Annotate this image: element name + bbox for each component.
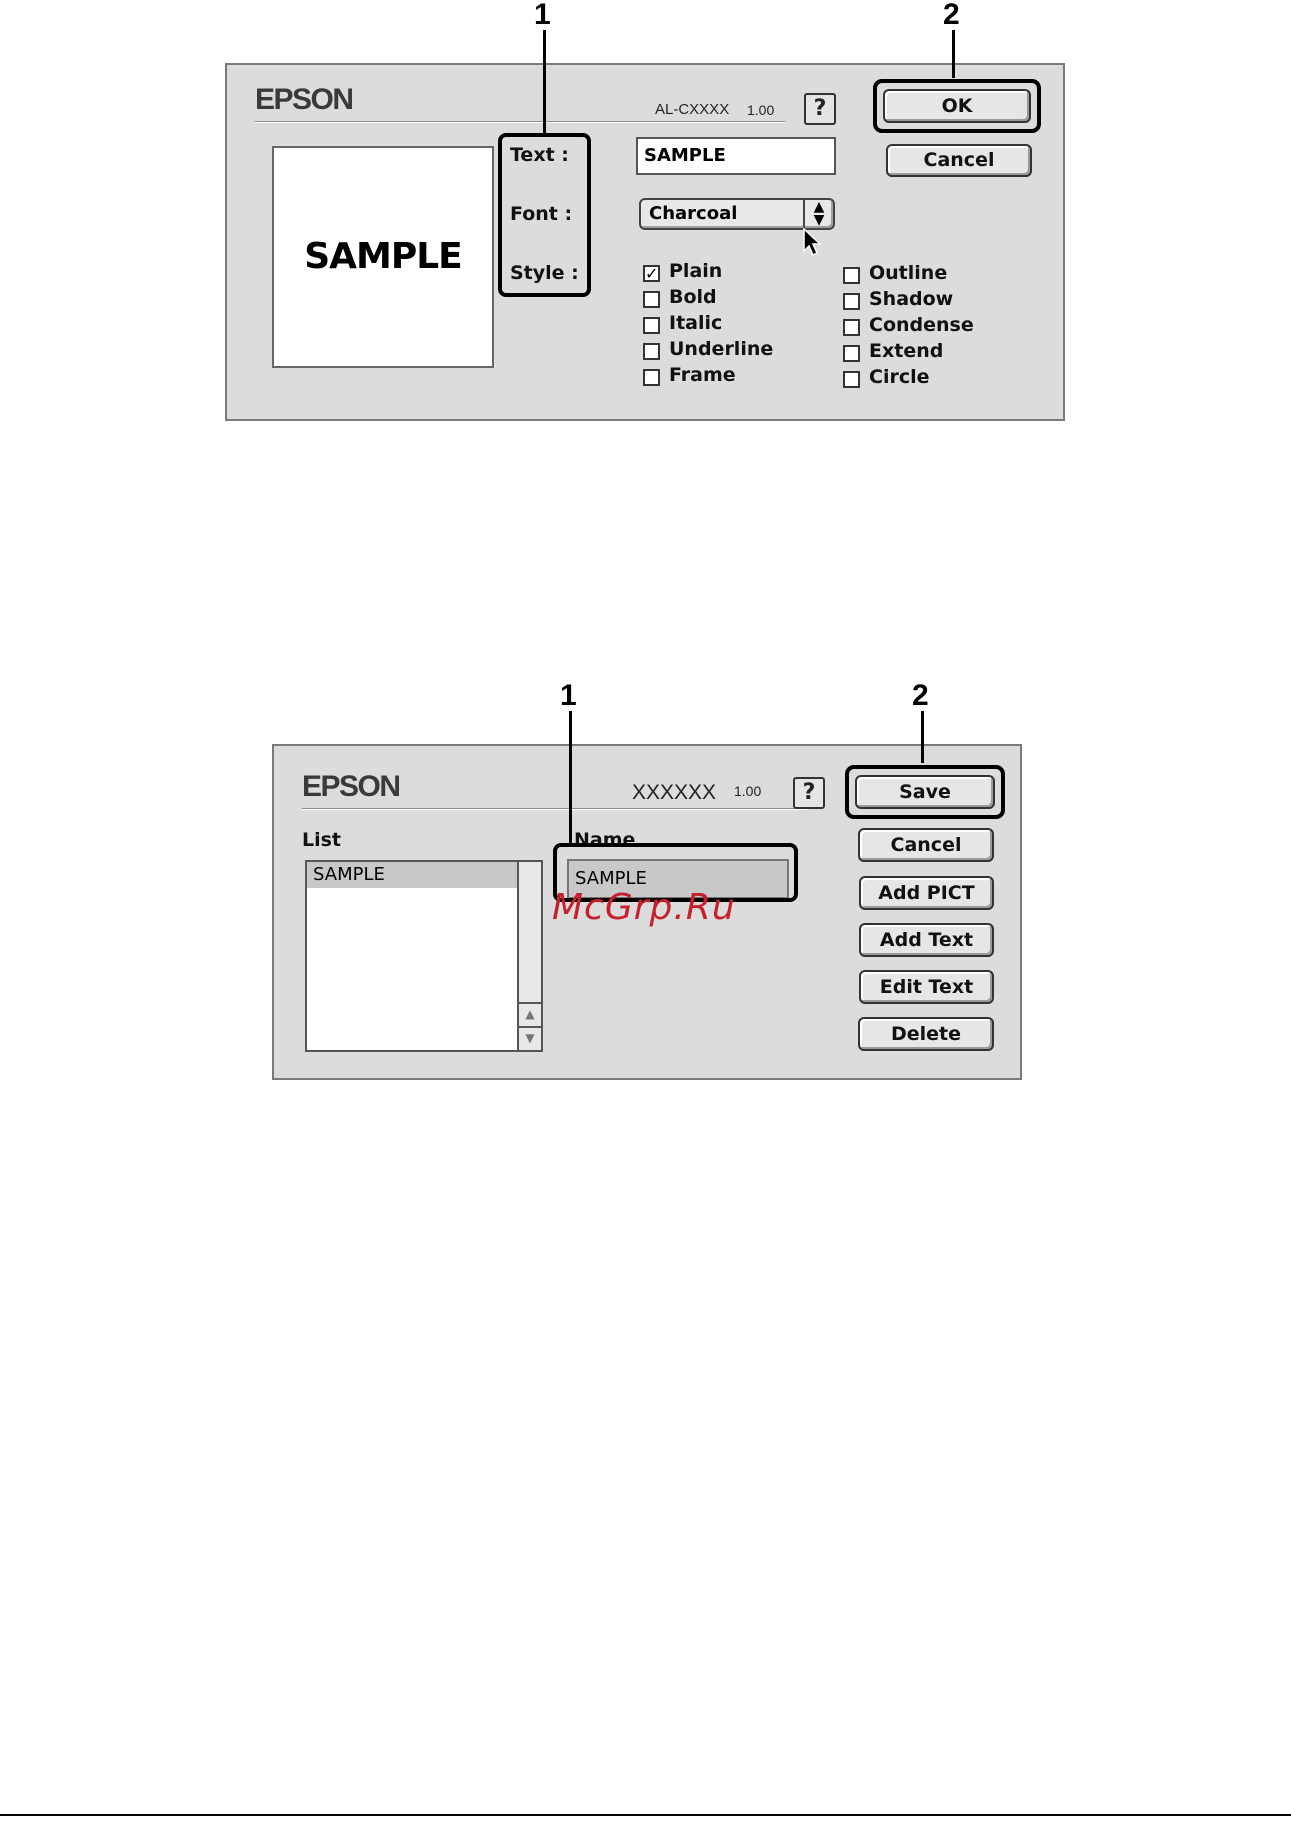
- add-text-button[interactable]: Add Text: [859, 923, 994, 957]
- watermark-list[interactable]: SAMPLE ▲ ▼: [305, 860, 543, 1052]
- extend-label: Extend: [869, 340, 944, 362]
- frame-label: Frame: [669, 364, 736, 386]
- help-button[interactable]: ?: [804, 93, 836, 125]
- delete-button[interactable]: Delete: [858, 1017, 994, 1051]
- bold-label: Bold: [669, 286, 717, 308]
- callout-1: 1: [560, 679, 577, 712]
- callout-2: 2: [943, 0, 960, 31]
- font-select[interactable]: Charcoal ▲ ▼: [639, 198, 835, 230]
- scroll-down-icon[interactable]: ▼: [519, 1026, 541, 1050]
- condense-label: Condense: [869, 314, 974, 336]
- callout-1-line: [543, 30, 546, 134]
- driver-version: 1.00: [747, 102, 775, 118]
- watermark-settings-dialog: EPSON AL-CXXXX 1.00 ? SAMPLE Text : Font…: [225, 63, 1065, 421]
- epson-logo: EPSON: [302, 770, 401, 803]
- printer-model: XXXXXX: [632, 781, 717, 804]
- callout-1: 1: [534, 0, 551, 31]
- bold-checkbox[interactable]: [643, 291, 660, 308]
- underline-checkbox[interactable]: [643, 343, 660, 360]
- preview-box: SAMPLE: [272, 146, 494, 368]
- italic-label: Italic: [669, 312, 723, 334]
- callout-2: 2: [912, 679, 929, 712]
- condense-checkbox[interactable]: [843, 319, 860, 336]
- extend-checkbox[interactable]: [843, 345, 860, 362]
- page-footer-rule: [0, 1814, 1291, 1816]
- font-select-value: Charcoal: [649, 203, 738, 224]
- list-item[interactable]: SAMPLE: [307, 862, 517, 888]
- outline-checkbox[interactable]: [843, 267, 860, 284]
- circle-checkbox[interactable]: [843, 371, 860, 388]
- printer-model: AL-CXXXX: [655, 101, 730, 118]
- add-pict-button[interactable]: Add PICT: [859, 876, 994, 910]
- header-divider: [302, 808, 808, 810]
- outline-label: Outline: [869, 262, 948, 284]
- scroll-up-icon[interactable]: ▲: [519, 1002, 541, 1026]
- watermark-text: McGrp.Ru: [552, 887, 736, 928]
- italic-checkbox[interactable]: [643, 317, 660, 334]
- text-input[interactable]: SAMPLE: [636, 137, 836, 175]
- labels-highlight-box: [498, 133, 591, 297]
- circle-label: Circle: [869, 366, 930, 388]
- cancel-button[interactable]: Cancel: [886, 144, 1032, 177]
- header-divider: [255, 121, 785, 123]
- mouse-pointer-icon: [803, 227, 822, 257]
- epson-logo: EPSON: [255, 83, 354, 116]
- shadow-label: Shadow: [869, 288, 954, 310]
- underline-label: Underline: [669, 338, 774, 360]
- list-label: List: [302, 829, 342, 851]
- help-button[interactable]: ?: [793, 777, 825, 809]
- save-button[interactable]: Save: [855, 775, 995, 809]
- preview-text: SAMPLE: [304, 236, 463, 277]
- edit-text-button[interactable]: Edit Text: [859, 970, 994, 1004]
- plain-checkbox[interactable]: ✓: [643, 265, 660, 282]
- shadow-checkbox[interactable]: [843, 293, 860, 310]
- callout-2-line: [952, 30, 955, 78]
- callout-2-line: [921, 711, 924, 763]
- frame-checkbox[interactable]: [643, 369, 660, 386]
- plain-label: Plain: [669, 260, 723, 282]
- popup-arrows-icon: ▲ ▼: [803, 200, 833, 228]
- list-scrollbar[interactable]: ▲ ▼: [517, 862, 541, 1050]
- ok-button[interactable]: OK: [883, 89, 1031, 123]
- driver-version: 1.00: [734, 783, 762, 799]
- callout-1-line: [569, 711, 572, 844]
- cancel-button[interactable]: Cancel: [858, 828, 994, 862]
- list-item-label: SAMPLE: [313, 864, 385, 885]
